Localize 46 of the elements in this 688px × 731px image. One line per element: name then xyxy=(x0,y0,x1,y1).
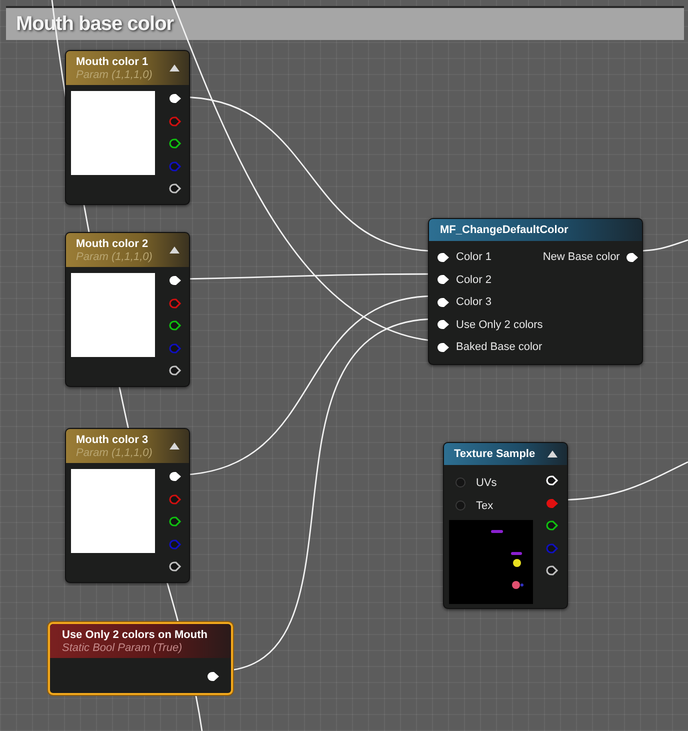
collapse-arrow-icon[interactable] xyxy=(169,442,180,450)
pin-icon[interactable] xyxy=(169,138,182,149)
pin-label: Tex xyxy=(476,500,494,512)
graph-node[interactable]: Use Only 2 colors on Mouth Static Bool Param (True) xyxy=(48,622,233,695)
pin-icon[interactable] xyxy=(207,671,220,682)
pin-icon[interactable] xyxy=(169,320,182,331)
pin-icon[interactable] xyxy=(169,561,182,572)
collapse-arrow-icon[interactable] xyxy=(169,64,180,72)
collapse-arrow-icon[interactable] xyxy=(169,246,180,254)
pin-icon[interactable] xyxy=(169,471,182,482)
graph-node[interactable]: MF_ChangeDefaultColor Color 1 Color 2 Color 3 Use Only 2 colors Baked Base color New Base color xyxy=(428,218,643,364)
node-subtitle: Static Bool Param (True) xyxy=(62,642,184,654)
pin-label: Baked Base color xyxy=(456,341,542,354)
pin-icon[interactable] xyxy=(546,565,559,576)
collapse-arrow-icon[interactable] xyxy=(547,450,558,458)
pin-label: Color 1 xyxy=(456,251,492,264)
pin-label: Color 3 xyxy=(456,296,492,308)
graph-node[interactable]: Mouth color 1 Param (1,1,1,0) xyxy=(65,50,190,204)
node-title: Texture Sample xyxy=(454,448,536,460)
pin-label: Color 2 xyxy=(456,274,492,286)
pin-icon[interactable] xyxy=(169,275,182,286)
graph-node[interactable]: Mouth color 2 Param (1,1,1,0) xyxy=(65,232,190,386)
pin-icon[interactable] xyxy=(437,319,450,330)
graph-node[interactable]: Texture Sample UVs Tex xyxy=(443,442,568,609)
pin-icon[interactable] xyxy=(169,183,182,194)
node-title: Mouth color 1 xyxy=(76,56,150,68)
pin-icon[interactable] xyxy=(437,342,450,353)
node-title: Mouth color 2 xyxy=(76,238,150,250)
pin-icon[interactable] xyxy=(546,520,559,531)
node-subtitle: Param (1,1,1,0) xyxy=(76,446,152,458)
node-subtitle: Param (1,1,1,0) xyxy=(76,250,152,262)
node-title: MF_ChangeDefaultColor xyxy=(440,224,568,236)
pin-icon[interactable] xyxy=(437,274,450,286)
pin-icon[interactable] xyxy=(626,252,639,263)
node-title: Use Only 2 colors on Mouth xyxy=(62,628,208,640)
pin-label: Use Only 2 colors xyxy=(456,318,543,331)
node-title: Mouth color 3 xyxy=(76,434,150,446)
pin-label: New Base color xyxy=(542,251,620,264)
pin-icon[interactable] xyxy=(169,516,182,527)
pin-icon[interactable] xyxy=(169,93,182,104)
pin-icon[interactable] xyxy=(169,365,182,376)
pin-icon[interactable] xyxy=(437,296,450,308)
pin-icon[interactable] xyxy=(437,252,450,263)
node-subtitle: Param (1,1,1,0) xyxy=(76,68,152,80)
pin-label: UVs xyxy=(476,476,497,488)
graph-node[interactable]: Mouth color 3 Param (1,1,1,0) xyxy=(65,428,190,582)
